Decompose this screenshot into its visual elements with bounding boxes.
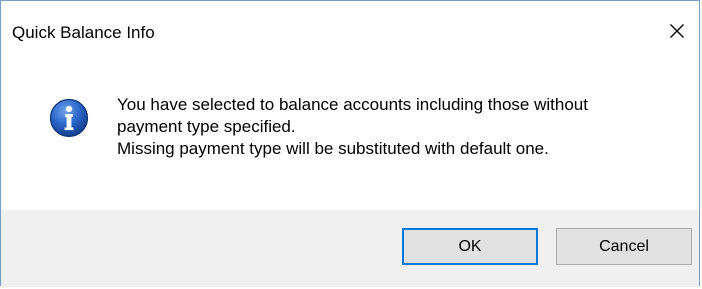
info-icon [49, 98, 89, 138]
message-line-2: payment type specified. [117, 117, 296, 136]
dialog-window: Quick Balance Info You have selected to … [0, 0, 700, 287]
cancel-button[interactable]: Cancel [556, 228, 692, 265]
ok-button[interactable]: OK [402, 228, 538, 265]
dialog-content: You have selected to balance accounts in… [1, 65, 699, 210]
button-bar: OK Cancel [1, 210, 699, 287]
window-title: Quick Balance Info [12, 23, 155, 42]
title-bar[interactable]: Quick Balance Info [1, 1, 699, 65]
message-text: You have selected to balance accounts in… [117, 94, 588, 160]
message-line-1: You have selected to balance accounts in… [117, 95, 588, 114]
message-line-3: Missing payment type will be substituted… [117, 139, 549, 158]
close-icon [670, 24, 684, 38]
close-button[interactable] [657, 13, 697, 49]
